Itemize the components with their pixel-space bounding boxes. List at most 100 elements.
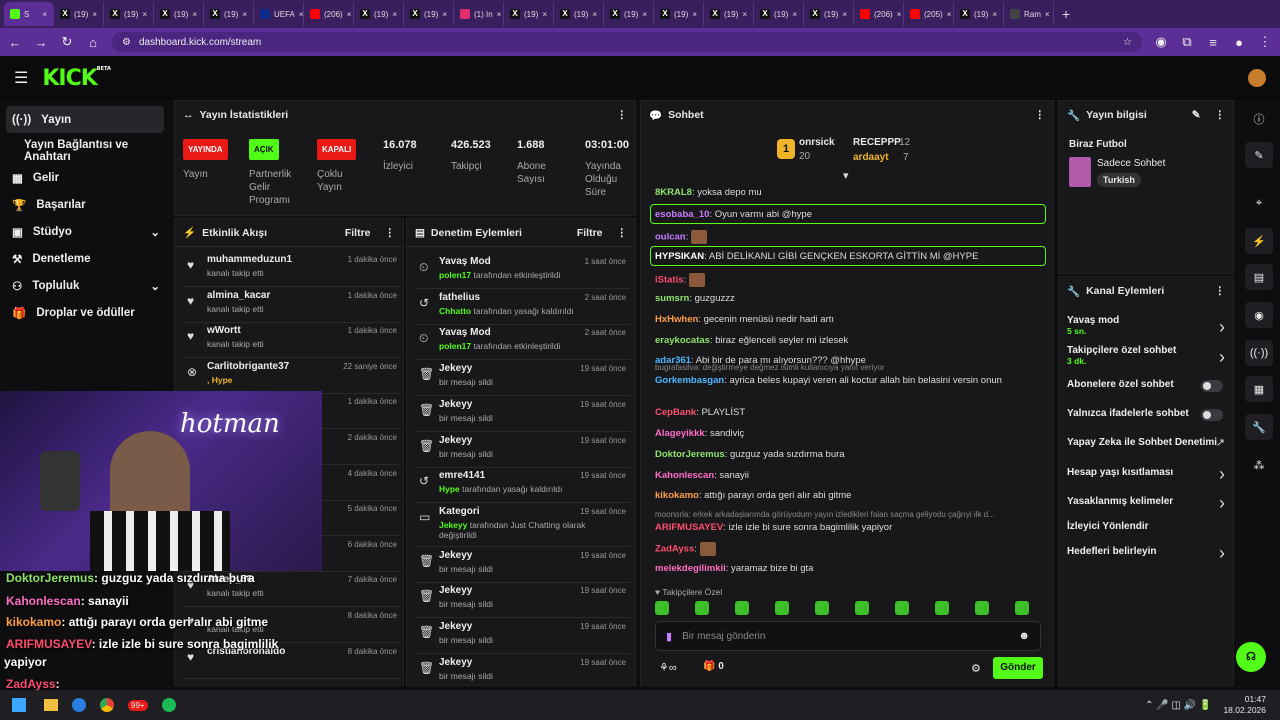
edit-icon[interactable]: ✎ (1245, 142, 1273, 168)
chat-username[interactable]: melekdegilimkii (655, 563, 726, 574)
support-headset-icon[interactable]: ☊ (1236, 642, 1266, 672)
browser-tab[interactable]: X (19) × (504, 2, 554, 26)
mod-action-user[interactable]: Hype (439, 484, 460, 494)
emote-icon[interactable] (855, 601, 869, 615)
tab-close-icon[interactable]: × (592, 10, 597, 19)
emoji-icon[interactable]: ☻ (1018, 630, 1030, 642)
site-info-icon[interactable]: ⚙ (122, 37, 131, 48)
edit-pencil-icon[interactable]: ✎ (1192, 109, 1201, 121)
activity-username[interactable]: almina_kacar (207, 290, 270, 301)
forward-icon[interactable]: → (34, 35, 48, 50)
chat-bubble-icon[interactable]: ◉ (1245, 302, 1273, 328)
browser-tab[interactable]: X (19) × (754, 2, 804, 26)
hamburger-menu-icon[interactable]: ☰ (14, 68, 28, 88)
chat-username[interactable]: esobaba_10 (655, 209, 709, 220)
browser-tab[interactable]: S × (4, 2, 54, 26)
channel-action-row[interactable]: Hesap yaşı kısıtlaması (1067, 467, 1233, 478)
sidebar-item-stream[interactable]: ((·)) Yayın (6, 106, 164, 133)
tab-close-icon[interactable]: × (792, 10, 797, 19)
sidebar-item-revenue[interactable]: ▦ Gelir (0, 164, 172, 191)
chat-username[interactable]: oulcan (655, 232, 686, 243)
browser-tab[interactable]: (1) In × (454, 2, 504, 26)
filter-button[interactable]: Filtre (577, 227, 603, 239)
emote-icon[interactable] (775, 601, 789, 615)
sidebar-item-stream-key[interactable]: Yayın Bağlantısı ve Anahtarı (0, 137, 172, 164)
emote-icon[interactable] (1015, 601, 1029, 615)
browser-tab[interactable]: X (19) × (404, 2, 454, 26)
wrench-icon[interactable]: 🔧 (1245, 414, 1273, 440)
sidebar-item-drops[interactable]: 🎁 Droplar ve ödüller (0, 299, 172, 326)
chrome-icon[interactable] (100, 698, 114, 712)
browser-tab[interactable]: X (19) × (354, 2, 404, 26)
third-gifter-name[interactable]: ardaayt (853, 152, 889, 163)
emote-icon[interactable] (895, 601, 909, 615)
more-menu-icon[interactable]: ⋮ (1215, 109, 1226, 121)
more-menu-icon[interactable]: ⋮ (1215, 285, 1226, 297)
user-avatar[interactable] (1248, 69, 1266, 87)
file-explorer-icon[interactable] (44, 699, 58, 711)
sidebar-item-community[interactable]: ⚇ Topluluk ⌄ (0, 272, 172, 299)
emote-icon[interactable] (695, 601, 709, 615)
emote-icon[interactable] (815, 601, 829, 615)
tab-close-icon[interactable]: × (42, 10, 47, 19)
channel-action-row[interactable]: Yapay Zeka ile Sohbet Denetimi (1067, 437, 1233, 448)
chevron-right-icon[interactable]: › (1219, 464, 1225, 485)
channel-action-row[interactable]: Takipçilere özel sohbet 3 dk. (1067, 345, 1233, 366)
chat-username[interactable]: DoktorJeremus (655, 449, 725, 460)
toggle-switch[interactable] (1201, 380, 1223, 392)
channel-action-row[interactable]: İzleyici Yönlendir (1067, 521, 1233, 532)
mod-action-user[interactable]: polen17 (439, 270, 471, 280)
more-menu-icon[interactable]: ⋮ (617, 227, 628, 239)
tab-close-icon[interactable]: × (497, 10, 502, 19)
chat-input[interactable]: ▮ Bir mesaj gönderin ☻ (655, 621, 1041, 651)
emote-icon[interactable] (735, 601, 749, 615)
browser-tab[interactable]: X (19) × (104, 2, 154, 26)
spotify-icon[interactable] (161, 698, 176, 712)
broadcast-icon[interactable]: ((·)) (1245, 340, 1273, 366)
more-menu-icon[interactable]: ⋮ (1035, 109, 1046, 121)
expand-icon[interactable]: ▾ (843, 169, 849, 182)
more-menu-icon[interactable]: ⋮ (617, 109, 628, 121)
browser-tab[interactable]: X (19) × (654, 2, 704, 26)
bookmark-star-icon[interactable]: ☆ (1123, 37, 1132, 48)
chevron-right-icon[interactable]: › (1219, 317, 1225, 338)
tab-close-icon[interactable]: × (347, 10, 352, 19)
filter-button[interactable]: Filtre (345, 227, 371, 239)
browser-tab[interactable]: X (19) × (204, 2, 254, 26)
tab-close-icon[interactable]: × (642, 10, 647, 19)
system-clock[interactable]: 01:47 18.02.2026 (1223, 694, 1266, 716)
reload-icon[interactable]: ↻ (60, 34, 74, 50)
mod-action-user[interactable]: Chhatto (439, 306, 471, 316)
chevron-right-icon[interactable]: › (1219, 493, 1225, 514)
emote-icon[interactable] (935, 601, 949, 615)
tab-close-icon[interactable]: × (992, 10, 997, 19)
top-gifter-name[interactable]: onrsick (799, 137, 835, 148)
gift-counter[interactable]: 🎁 0 (703, 661, 724, 672)
layout-icon[interactable]: ▦ (1245, 376, 1273, 402)
tab-close-icon[interactable]: × (692, 10, 697, 19)
external-link-icon[interactable]: ↗ (1216, 436, 1225, 449)
mod-action-title[interactable]: Jekeyy (439, 399, 472, 410)
tray-icons[interactable]: ⌃ 🎤 ◫ 🔊 🔋 (1145, 700, 1211, 711)
browser-tab[interactable]: X (19) × (54, 2, 104, 26)
chat-username[interactable]: Kahonlescan (655, 470, 714, 481)
channel-action-row[interactable]: Hedefleri belirleyin (1067, 546, 1233, 557)
browser-tab[interactable]: (206) × (304, 2, 354, 26)
address-bar[interactable]: ⚙ dashboard.kick.com/stream ☆ (112, 32, 1142, 52)
emote-icon[interactable] (975, 601, 989, 615)
profile-avatar-icon[interactable]: ● (1232, 35, 1246, 50)
mod-action-title[interactable]: Yavaş Mod (439, 327, 491, 338)
media-icon[interactable]: ≡ (1206, 35, 1220, 50)
second-gifter-name[interactable]: RECEPPP (853, 137, 901, 148)
mod-action-title[interactable]: Yavaş Mod (439, 256, 491, 267)
chat-username[interactable]: ARIFMUSAYEV (655, 522, 723, 533)
chat-username[interactable]: Alageyikkk (655, 428, 705, 439)
tab-close-icon[interactable]: × (192, 10, 197, 19)
new-tab-icon[interactable]: + (1062, 6, 1070, 22)
sidebar-item-studio[interactable]: ▣ Stüdyo ⌄ (0, 218, 172, 245)
info-icon[interactable]: ⓘ (1245, 106, 1273, 132)
browser-tab[interactable]: UEFA × (254, 2, 304, 26)
chevron-right-icon[interactable]: › (1219, 543, 1225, 564)
chat-settings-icon[interactable]: ⚙ (971, 662, 981, 675)
points-icon[interactable]: ⚘∞ (659, 661, 677, 674)
